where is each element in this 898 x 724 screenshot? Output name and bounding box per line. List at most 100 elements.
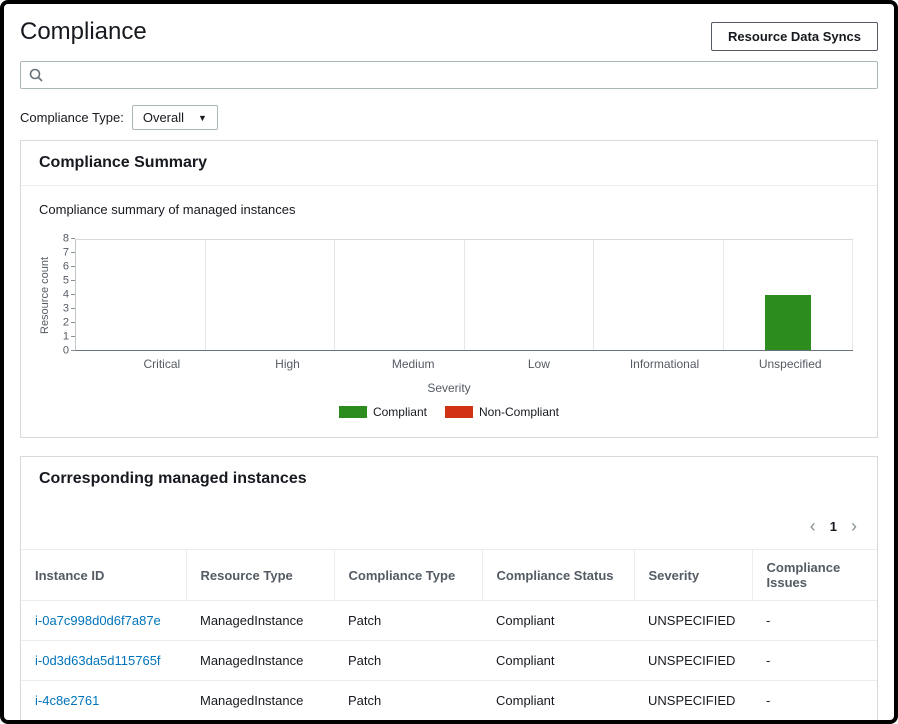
instance-id-link[interactable]: i-0a7c998d0d6f7a87e	[35, 613, 161, 628]
table-cell: -	[752, 600, 877, 641]
table-column-header: Severity	[633, 549, 752, 601]
table-cell: Compliant	[482, 600, 634, 641]
legend-swatch	[444, 406, 473, 418]
table-row: i-0a7c998d0d6f7a87e ManagedInstance Patch C…	[21, 600, 877, 641]
plot-column	[335, 240, 465, 350]
y-tick-label: 6	[62, 260, 69, 273]
table-cell: Compliant	[482, 640, 634, 681]
plot-area	[75, 239, 853, 351]
table-cell: ManagedInstance	[186, 721, 334, 724]
x-tick-label: Low	[527, 357, 550, 371]
plot-column	[76, 240, 206, 350]
compliance-type-label: Compliance Type:	[20, 110, 124, 125]
compliance-type-filter: Compliance Type: Overall ▼	[20, 105, 878, 130]
managed-instances-card: Corresponding managed instances ‹ 1 › In…	[20, 456, 878, 724]
table-row: i-0d3d63da5d115765f ManagedInstance Patch C…	[21, 640, 877, 681]
table-cell: -	[752, 640, 877, 681]
table-cell: Patch	[334, 600, 482, 641]
y-axis: 012345678	[53, 233, 75, 356]
plot-columns	[76, 240, 853, 350]
table-cell: UNSPECIFIED	[634, 600, 752, 641]
table-row: i-4c8e2761 ManagedInstance Patch Compliant U…	[21, 680, 877, 720]
table-cell: Patch	[334, 680, 482, 720]
table-cell: UNSPECIFIED	[634, 680, 752, 720]
instance-id-link[interactable]: i-0d3d63da5d115765f	[35, 653, 161, 668]
compliance-summary-title: Compliance Summary	[39, 154, 208, 171]
plot-column	[206, 240, 335, 350]
plot-column	[594, 240, 724, 350]
page-title: Compliance	[20, 18, 147, 45]
y-tick-label: 3	[62, 302, 69, 315]
compliance-type-selected: Overall	[142, 110, 185, 125]
table-column-header: Instance ID	[21, 549, 186, 601]
table-cell: Compliant	[482, 721, 634, 724]
search-input[interactable]	[20, 61, 878, 89]
table-cell: -	[752, 680, 877, 720]
pagination: ‹ 1 ›	[21, 501, 877, 549]
table-cell: ManagedInstance	[186, 680, 334, 720]
table-cell: i-0a7c998d0d6f7a87e	[21, 600, 186, 641]
table-cell: UNSPECIFIED	[634, 721, 752, 724]
y-tick-label: 2	[62, 316, 69, 329]
y-tick-label: 5	[62, 274, 69, 287]
legend-item: Non-Compliant	[444, 405, 560, 419]
table-row: i-58797fb2ManagedInstancePatchCompliantU…	[21, 721, 877, 724]
y-axis-title: Resource count	[39, 256, 51, 334]
table-cell: Patch	[334, 640, 482, 681]
table-cell: -	[752, 721, 877, 724]
table-column-header: Resource Type	[185, 549, 334, 601]
chevron-right-icon[interactable]: ›	[851, 517, 857, 535]
table-cell: ManagedInstance	[186, 600, 334, 641]
page-header: Compliance Resource Data Syncs	[18, 14, 880, 59]
managed-instances-header: Corresponding managed instances	[21, 457, 877, 501]
y-tick-label: 7	[62, 246, 69, 259]
chevron-down-icon: ▼	[198, 112, 207, 123]
x-tick-label: Medium	[391, 357, 435, 371]
y-tick-label: 8	[62, 232, 69, 245]
legend-swatch	[338, 406, 367, 418]
instances-table-header-row: Instance ID Resource Type Compliance Type C…	[21, 549, 877, 601]
table-cell: ManagedInstance	[186, 640, 334, 681]
table-column-header: Compliance Type	[333, 549, 482, 601]
table-column-header: Compliance Status	[481, 549, 634, 601]
table-cell: i-4c8e2761	[21, 680, 186, 720]
table-cell: i-0d3d63da5d115765f	[21, 640, 186, 681]
table-cell: UNSPECIFIED	[634, 640, 752, 681]
x-tick-label: Critical	[143, 357, 181, 371]
table-cell: i-58797fb2	[21, 721, 186, 724]
plot-column	[465, 240, 594, 350]
y-tick-label: 1	[62, 330, 69, 343]
chevron-left-icon[interactable]: ‹	[810, 517, 816, 535]
resource-data-syncs-button[interactable]: Resource Data Syncs	[711, 22, 878, 51]
legend-item: Compliant	[338, 405, 427, 419]
compliance-summary-card: Compliance Summary Compliance summary of…	[20, 140, 878, 438]
search-icon	[29, 68, 43, 82]
legend-label: Non-Compliant	[478, 405, 560, 419]
compliance-summary-body: Compliance summary of managed instances …	[21, 186, 877, 437]
plot-column	[724, 240, 853, 350]
table-column-header: Compliance Issues	[751, 549, 877, 601]
table-cell: Compliant	[482, 680, 634, 720]
y-tick-label: 0	[62, 344, 69, 357]
compliance-summary-header: Compliance Summary	[21, 141, 877, 186]
instances-table-body: i-0a7c998d0d6f7a87e ManagedInstance Patch C…	[21, 600, 877, 724]
x-axis-title: Severity	[427, 381, 471, 395]
table-cell: Patch	[334, 721, 482, 724]
x-tick-label: Informational	[629, 357, 700, 371]
instances-table: Instance ID Resource Type Compliance Type C…	[21, 549, 877, 724]
x-tick-label: High	[275, 357, 300, 371]
instance-id-link[interactable]: i-4c8e2761	[35, 693, 99, 708]
search-bar	[20, 61, 878, 89]
instances-table-head: Instance ID Resource Type Compliance Type C…	[21, 549, 877, 601]
y-tick-label: 4	[62, 288, 69, 301]
bar-chart: Resource count 012345678	[39, 233, 853, 356]
x-tick-label: Unspecified	[758, 357, 822, 371]
legend-label: Compliant	[372, 405, 427, 419]
pagination-current-page[interactable]: 1	[830, 519, 837, 534]
x-axis-labels: Critical High Medium Low Informational Unspec…	[99, 357, 853, 371]
chart-legend: Compliant Non-Compliant	[39, 405, 859, 419]
managed-instances-title: Corresponding managed instances	[39, 470, 307, 487]
chart-subtitle: Compliance summary of managed instances	[39, 202, 296, 217]
compliance-type-dropdown[interactable]: Overall ▼	[131, 105, 218, 130]
chart-bar	[764, 295, 811, 350]
